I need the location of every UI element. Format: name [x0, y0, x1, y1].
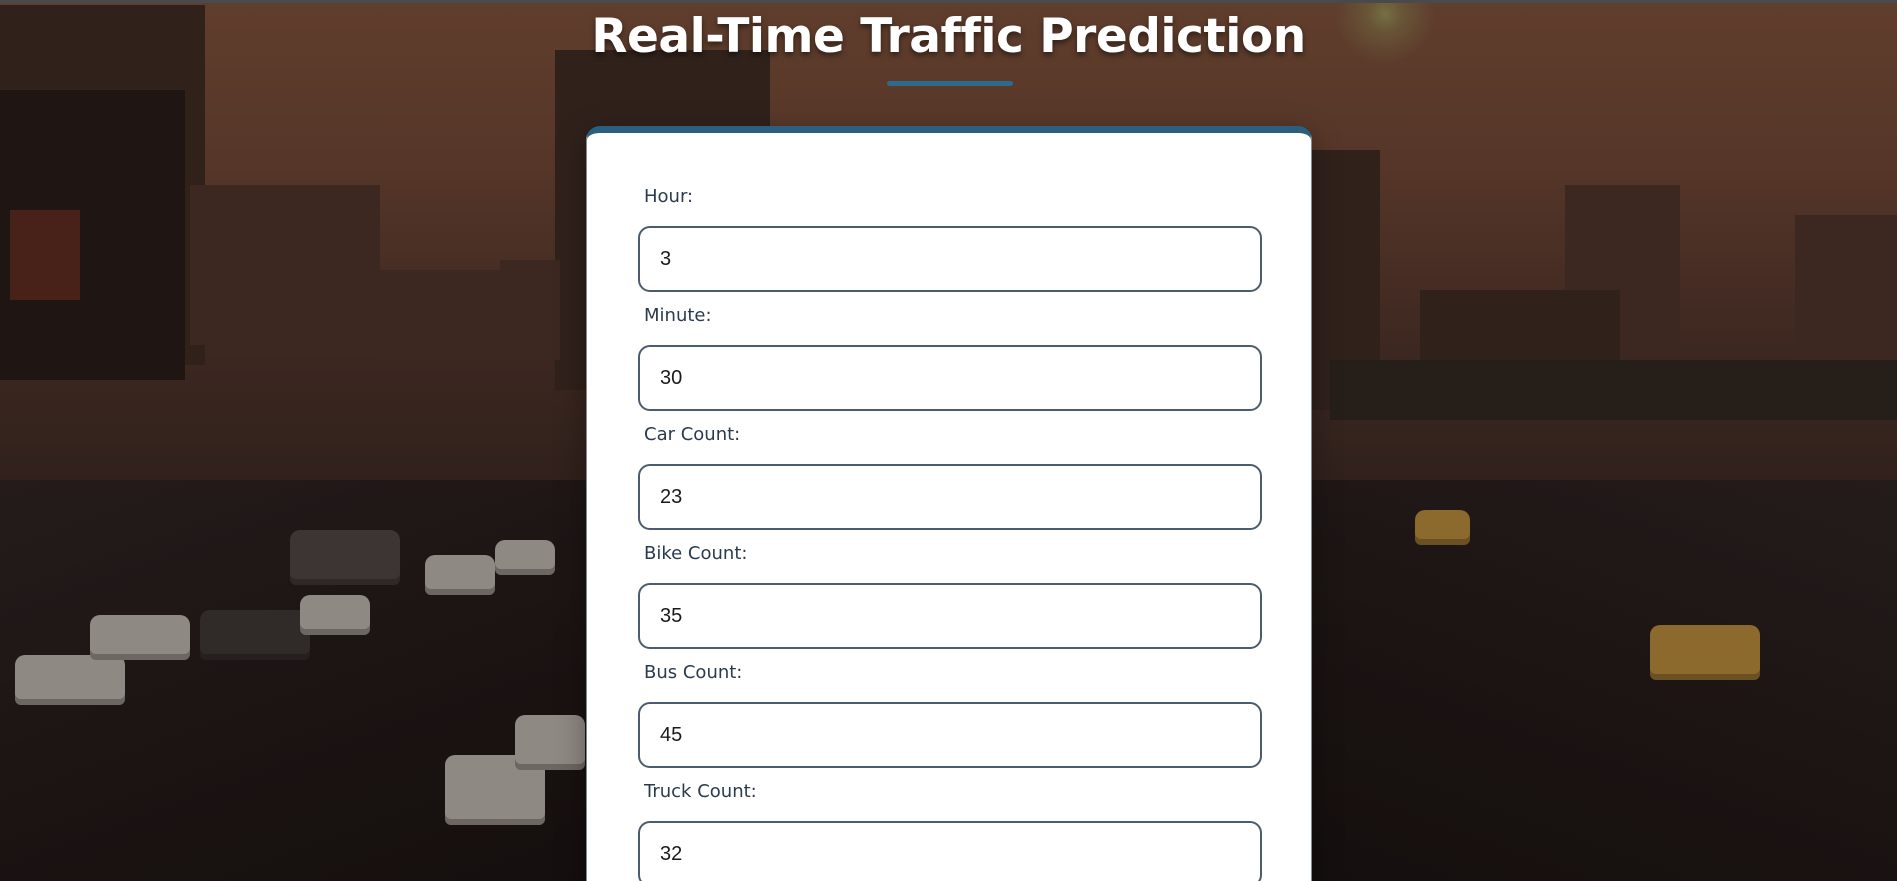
hour-label: Hour: [644, 186, 694, 207]
bike-count-label: Bike Count: [644, 543, 748, 564]
bike-count-input[interactable] [638, 583, 1262, 649]
minute-input[interactable] [638, 345, 1262, 411]
truck-count-label: Truck Count: [644, 781, 757, 802]
bus-count-input[interactable] [638, 702, 1262, 768]
minute-label: Minute: [644, 305, 712, 326]
hour-input[interactable] [638, 226, 1262, 292]
prediction-form-card: Hour: Minute: Car Count: Bike Count: Bus… [586, 126, 1312, 881]
car-count-label: Car Count: [644, 424, 741, 445]
car-count-input[interactable] [638, 464, 1262, 530]
page-title: Real-Time Traffic Prediction [591, 9, 1306, 64]
title-underline [887, 81, 1013, 86]
truck-count-input[interactable] [638, 821, 1262, 881]
bus-count-label: Bus Count: [644, 662, 743, 683]
